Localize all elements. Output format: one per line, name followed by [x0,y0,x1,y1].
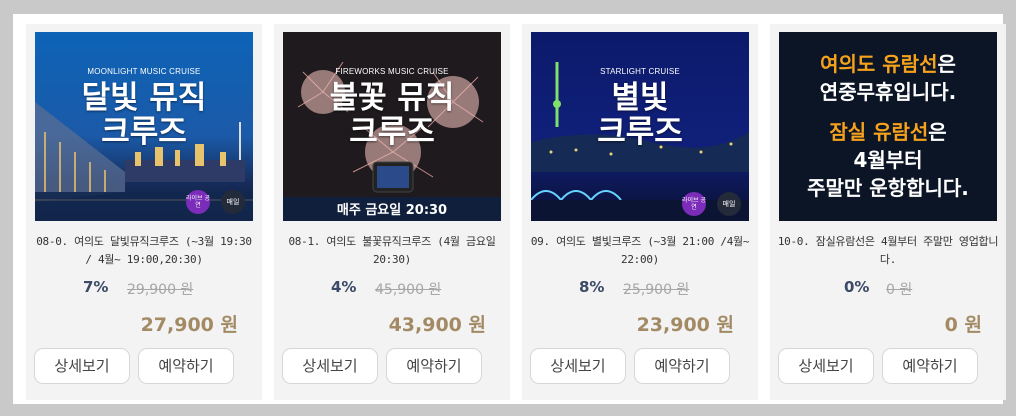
detail-button[interactable]: 상세보기 [282,348,378,384]
original-price: 0 원 [886,282,913,298]
original-price: 29,900 원 [127,282,194,298]
product-image[interactable]: STARLIGHT CRUISE 별빛 크루즈 라이브 공연 매일 [531,32,749,221]
notice-line-1: 여의도 유람선은 [820,52,956,76]
image-caption-line1: 불꽃 뮤직 [329,80,455,116]
image-caption-en: STARLIGHT CRUISE [600,67,680,76]
product-card: STARLIGHT CRUISE 별빛 크루즈 라이브 공연 매일 09. 여의… [522,24,758,400]
final-price: 27,900 원 [140,314,238,336]
reserve-button[interactable]: 예약하기 [634,348,730,384]
reserve-button[interactable]: 예약하기 [138,348,234,384]
notice-line-5: 주말만 운항합니다. [807,176,969,200]
product-card: MOONLIGHT MUSIC CRUISE 달빛 뮤직 크루즈 라이브 공연 … [26,24,262,400]
final-price: 43,900 원 [388,314,486,336]
detail-button[interactable]: 상세보기 [530,348,626,384]
product-title[interactable]: 08-1. 여의도 불꽃뮤직크루즈 (4월 금요일 20:30) [278,233,506,269]
price-row: 4% 45,900 원 [274,275,510,298]
image-caption-line2: 크루즈 [597,114,683,150]
product-image[interactable]: MOONLIGHT MUSIC CRUISE 달빛 뮤직 크루즈 라이브 공연 … [35,32,253,221]
live-badge: 라이브 공연 [186,190,210,214]
product-title[interactable]: 08-0. 여의도 달빛뮤직크루즈 (~3월 19:30 / 4월~ 19:00… [30,233,258,269]
discount-rate: 7% [83,278,109,296]
product-panel: MOONLIGHT MUSIC CRUISE 달빛 뮤직 크루즈 라이브 공연 … [13,14,1006,404]
detail-button[interactable]: 상세보기 [34,348,130,384]
product-title[interactable]: 10-0. 잠실유람선은 4월부터 주말만 영업합니다. [774,233,1002,269]
discount-rate: 0% [844,278,870,296]
image-caption-line1: 달빛 뮤직 [81,80,207,116]
product-card: FIREWORKS MUSIC CRUISE 불꽃 뮤직 크루즈 매주 금요일 … [274,24,510,400]
product-card: 여의도 유람선은 연중무휴입니다. 잠실 유람선은 4월부터 주말만 운항합니다… [770,24,1006,400]
discount-rate: 4% [331,278,357,296]
notice-line-2: 연중무휴입니다. [819,80,957,104]
reserve-button[interactable]: 예약하기 [882,348,978,384]
image-caption-en: MOONLIGHT MUSIC CRUISE [87,67,201,76]
daily-badge: 매일 [717,192,741,216]
final-price: 23,900 원 [636,314,734,336]
final-price: 0 원 [944,314,982,336]
daily-badge: 매일 [221,190,245,214]
image-footer: 매주 금요일 20:30 [336,203,448,218]
image-caption-en: FIREWORKS MUSIC CRUISE [335,67,449,76]
image-caption-line2: 크루즈 [349,114,435,150]
live-badge: 라이브 공연 [682,192,706,216]
price-row: 0% 0 원 [770,275,1006,298]
price-row: 7% 29,900 원 [26,275,262,298]
product-image[interactable]: 여의도 유람선은 연중무휴입니다. 잠실 유람선은 4월부터 주말만 운항합니다… [779,32,997,221]
product-title[interactable]: 09. 여의도 별빛크루즈 (~3월 21:00 /4월~ 22:00) [526,233,754,269]
image-caption-line2: 크루즈 [101,114,187,150]
original-price: 45,900 원 [375,282,442,298]
detail-button[interactable]: 상세보기 [778,348,874,384]
image-caption-line1: 별빛 [611,80,669,116]
notice-line-4: 4월부터 [853,148,923,172]
original-price: 25,900 원 [623,282,690,298]
notice-line-3: 잠실 유람선은 [829,120,947,144]
price-row: 8% 25,900 원 [522,275,758,298]
discount-rate: 8% [579,278,605,296]
product-image[interactable]: FIREWORKS MUSIC CRUISE 불꽃 뮤직 크루즈 매주 금요일 … [283,32,501,221]
reserve-button[interactable]: 예약하기 [386,348,482,384]
